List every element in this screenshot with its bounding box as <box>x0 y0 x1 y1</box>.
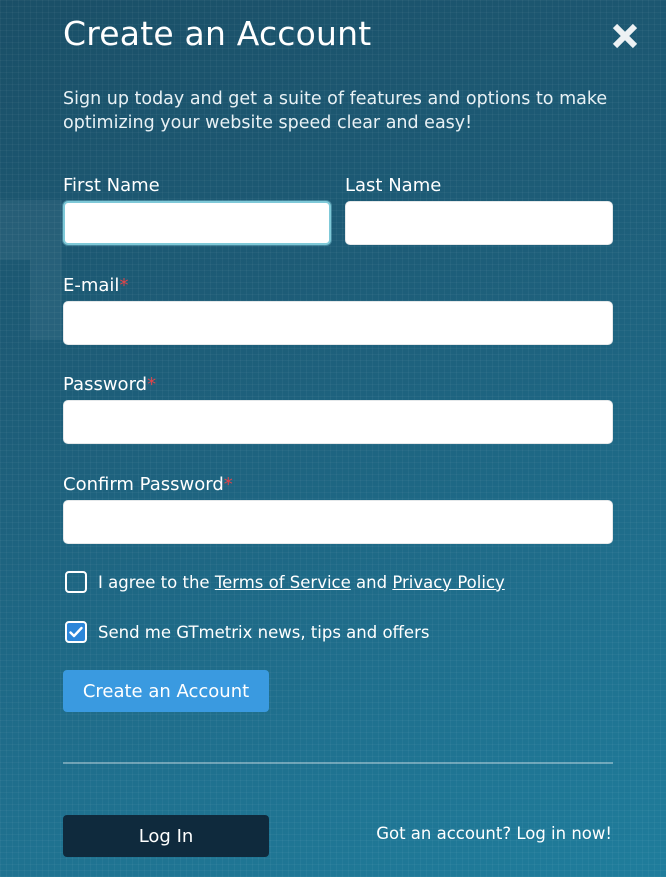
privacy-policy-link[interactable]: Privacy Policy <box>392 573 504 592</box>
divider <box>63 762 613 764</box>
terms-text-before: I agree to the <box>98 572 210 592</box>
create-account-button[interactable]: Create an Account <box>63 670 269 712</box>
modal-subtitle: Sign up today and get a suite of feature… <box>63 89 608 133</box>
terms-text-and: and <box>356 572 388 592</box>
email-label-text: E-mail <box>63 275 120 296</box>
required-marker: * <box>119 275 129 296</box>
required-marker: * <box>147 374 157 395</box>
password-input[interactable] <box>63 400 613 444</box>
terms-of-service-link[interactable]: Terms of Service <box>215 573 351 592</box>
password-label: Password* <box>63 374 156 395</box>
email-input[interactable] <box>63 301 613 345</box>
first-name-label: First Name <box>63 175 160 196</box>
confirm-password-label: Confirm Password* <box>63 474 233 495</box>
email-label: E-mail* <box>63 275 128 296</box>
last-name-input[interactable] <box>345 201 613 245</box>
confirm-password-label-text: Confirm Password <box>63 474 224 495</box>
close-button[interactable] <box>611 22 639 50</box>
close-icon <box>612 23 638 49</box>
modal-title: Create an Account <box>63 14 372 53</box>
newsletter-label: Send me GTmetrix news, tips and offers <box>98 622 430 642</box>
terms-row: I agree to the Terms of Service and Priv… <box>65 571 505 593</box>
login-hint-text: Got an account? Log in now! <box>376 824 612 843</box>
last-name-label: Last Name <box>345 175 442 196</box>
first-name-input[interactable] <box>63 201 331 245</box>
confirm-password-input[interactable] <box>63 500 613 544</box>
terms-checkbox[interactable] <box>65 571 87 593</box>
required-marker: * <box>223 474 233 495</box>
newsletter-row: Send me GTmetrix news, tips and offers <box>65 621 429 643</box>
newsletter-checkbox[interactable] <box>65 621 87 643</box>
signup-modal: Create an Account Sign up today and get … <box>0 0 666 877</box>
password-label-text: Password <box>63 374 148 395</box>
login-button[interactable]: Log In <box>63 815 269 857</box>
checkmark-icon <box>69 626 83 638</box>
